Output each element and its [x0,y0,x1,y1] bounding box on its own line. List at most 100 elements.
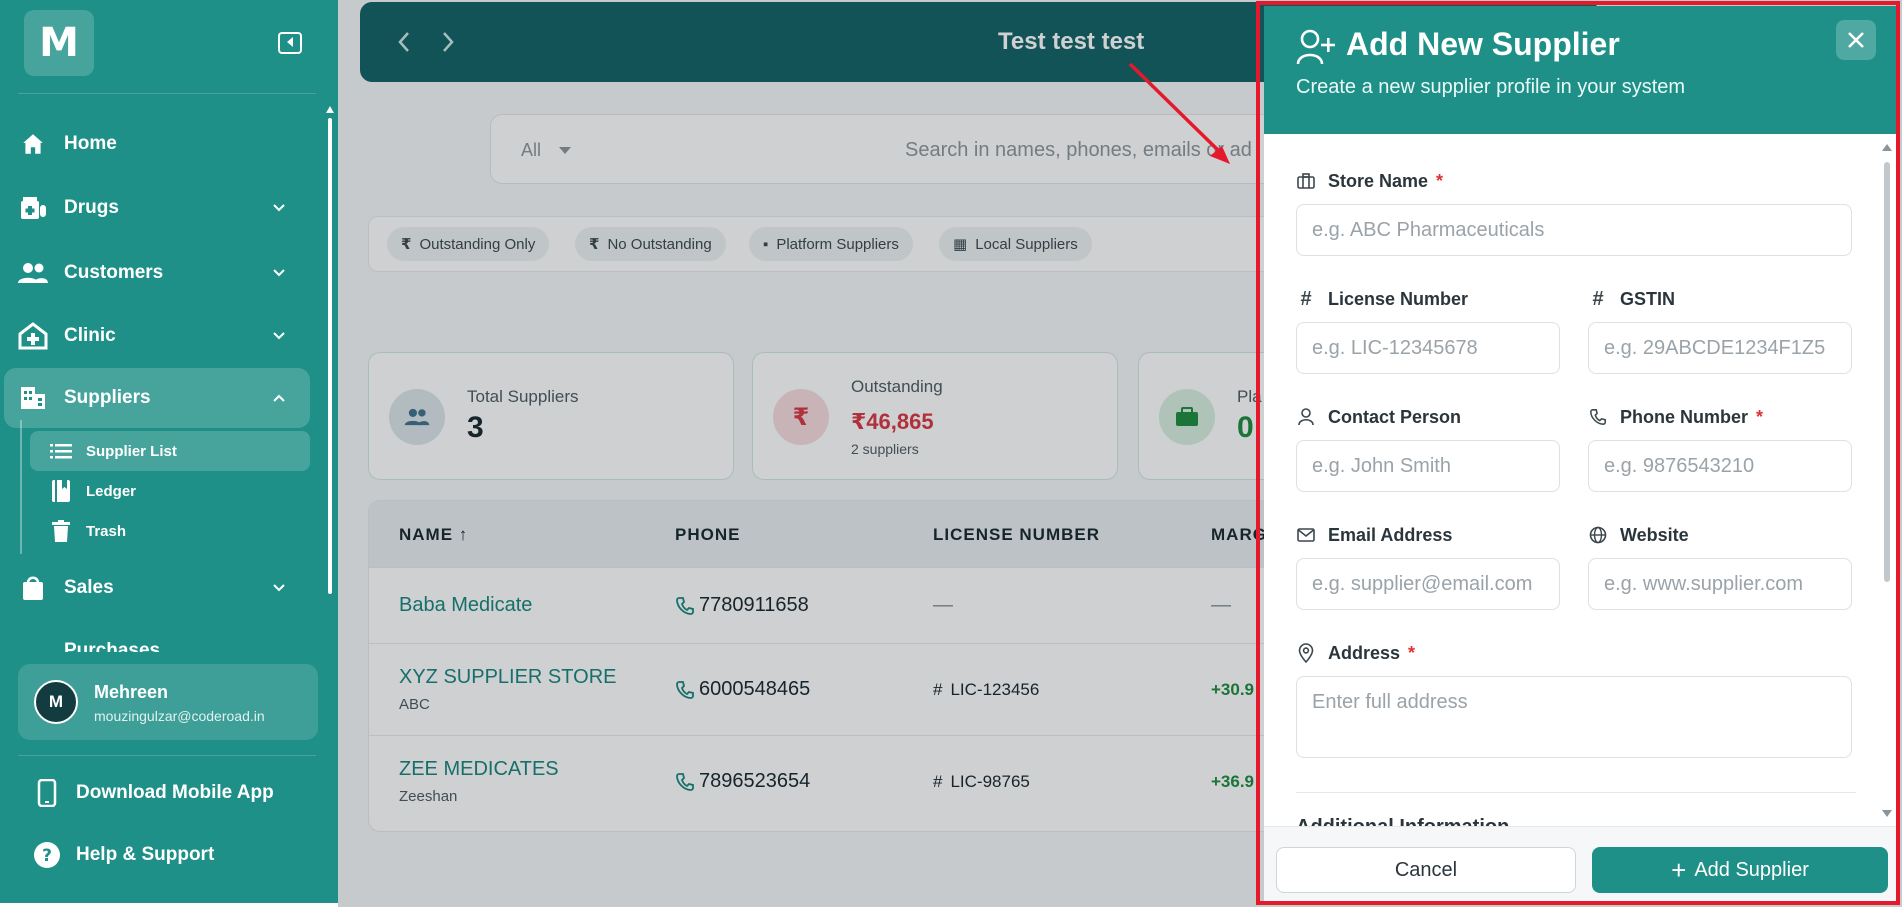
contact-person-label: Contact Person [1296,406,1461,428]
user-name: Mehreen [94,682,169,702]
sidebar-subitem-trash[interactable]: Trash [30,511,310,551]
website-label: Website [1588,524,1689,546]
user-icon [1296,407,1316,427]
chevron-down-icon [273,269,285,277]
sidebar-divider [18,755,316,756]
additional-information-heading: Additional Information [1296,816,1509,826]
book-icon [50,480,72,502]
cancel-button[interactable]: Cancel [1276,847,1576,893]
contact-person-input[interactable] [1296,440,1560,492]
sidebar-subitem-label: Supplier List [86,442,177,460]
user-plus-icon [1296,29,1335,65]
close-icon [1848,32,1864,48]
help-circle-icon: ? [30,838,64,872]
sidebar-item-label: Sales [64,577,114,598]
add-supplier-label: Add Supplier [1694,858,1809,881]
user-profile-card[interactable]: M Mehreen mouzingulzar@coderoad.in [18,664,318,740]
add-supplier-drawer: Add New Supplier Create a new supplier p… [1264,6,1896,903]
plus-icon: + [1671,855,1687,885]
sidebar-scrollbar[interactable] [328,118,332,594]
sidebar-item-clinic[interactable]: Clinic [0,308,310,364]
chevron-down-icon [273,204,285,212]
sidebar-item-label: Home [64,133,117,154]
sidebar-item-label: Customers [64,262,164,283]
sidebar-item-purchases[interactable]: Purchases [64,640,264,652]
hospital-icon [18,321,48,351]
sidebar-item-label: Suppliers [64,387,151,408]
home-icon [18,129,48,159]
label-text: License Number [1328,288,1469,309]
label-text: Email Address [1328,524,1453,545]
drawer-subtitle: Create a new supplier profile in your sy… [1296,76,1686,98]
drawer-scrollbar[interactable] [1884,162,1890,582]
sidebar-divider [18,93,316,94]
label-text: GSTIN [1620,288,1676,309]
store-name-input[interactable] [1296,204,1852,256]
close-button[interactable] [1836,20,1876,60]
required-asterisk: * [1408,642,1416,663]
scroll-up-icon[interactable] [326,106,334,113]
scroll-up-icon[interactable] [1882,144,1892,151]
gstin-input[interactable] [1588,322,1852,374]
sidebar-subitem-supplier-list[interactable]: Supplier List [30,431,310,471]
sidebar-item-sales[interactable]: Sales [0,560,310,616]
help-support-link[interactable]: ? Help & Support [30,835,320,875]
email-address-label: Email Address [1296,524,1452,546]
building-icon [18,383,48,413]
email-field[interactable] [1296,558,1560,610]
required-asterisk: * [1756,406,1764,427]
drawer-header: Add New Supplier Create a new supplier p… [1264,6,1896,134]
sidebar: M Home Drugs Customers Clinic Suppliers [0,0,338,903]
sidebar-item-drugs[interactable]: Drugs [0,180,310,236]
license-number-label: # License Number [1296,288,1468,310]
download-app-link[interactable]: Download Mobile App [30,773,320,813]
store-name-label: Store Name * [1296,170,1443,192]
sidebar-item-customers[interactable]: Customers [0,245,310,301]
phone-number-input[interactable] [1588,440,1852,492]
help-support-label: Help & Support [76,844,215,865]
hash-icon: # [1592,287,1604,310]
app-logo[interactable]: M [24,10,94,76]
scroll-down-icon[interactable] [1882,810,1892,817]
mail-icon [1296,525,1316,545]
gstin-label: # GSTIN [1588,288,1675,310]
sidebar-item-suppliers[interactable]: Suppliers [4,368,310,428]
sidebar-subitem-ledger[interactable]: Ledger [30,471,310,511]
address-textarea[interactable] [1296,676,1852,758]
submenu-guide-line [20,420,22,554]
drawer-form: Store Name * # License Number # GSTIN Con… [1264,134,1896,826]
section-divider [1296,792,1856,793]
svg-text:?: ? [42,846,52,866]
sidebar-subitem-label: Trash [86,522,127,540]
avatar: M [34,680,78,724]
trash-icon [50,520,72,542]
sidebar-item-home[interactable]: Home [0,116,310,172]
required-asterisk: * [1436,170,1444,191]
pill-bottle-icon [18,193,48,223]
chevron-down-icon [273,332,285,340]
chevron-up-icon [273,394,285,402]
label-text: Store Name [1328,170,1429,191]
shopping-bag-icon [18,573,48,603]
store-icon [1296,171,1316,191]
license-number-input[interactable] [1296,322,1560,374]
website-input[interactable] [1588,558,1852,610]
download-app-label: Download Mobile App [76,782,274,803]
label-text: Contact Person [1328,406,1462,427]
label-text: Address [1328,642,1401,663]
sidebar-collapse-icon[interactable] [278,32,302,54]
sidebar-item-label: Purchases [64,640,161,652]
sidebar-subitem-label: Ledger [86,482,137,500]
chevron-down-icon [273,584,285,592]
phone-number-label: Phone Number * [1588,406,1763,428]
globe-icon [1588,525,1608,545]
hash-icon: # [1300,287,1312,310]
users-icon [18,258,48,288]
map-pin-icon [1296,643,1316,663]
phone-icon [1588,407,1608,427]
drawer-footer: Cancel + Add Supplier [1264,826,1896,903]
smartphone-icon [30,776,64,810]
add-supplier-button[interactable]: + Add Supplier [1592,847,1888,893]
list-icon [50,440,72,462]
user-email: mouzingulzar@coderoad.in [94,708,265,724]
